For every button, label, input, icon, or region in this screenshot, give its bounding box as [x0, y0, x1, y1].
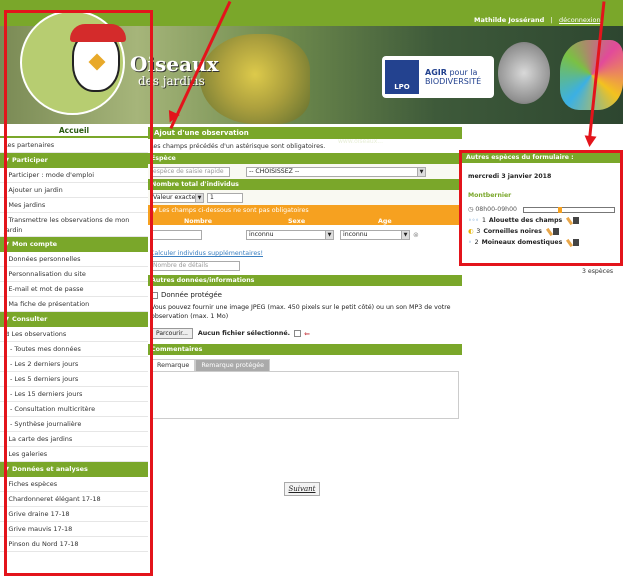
species-quick-input[interactable]: espèce de saisie rapide: [150, 166, 230, 177]
tab-protected-remark[interactable]: Remarque protégée: [195, 359, 271, 371]
user-separator: |: [550, 16, 553, 24]
logout-link[interactable]: déconnexion: [559, 16, 601, 24]
sex-select[interactable]: inconnu ▼: [246, 230, 334, 240]
details-count-row: Nombre de détails: [148, 261, 462, 275]
chevron-down-icon: ▼: [195, 193, 203, 202]
comments-section-header: Commentaires: [148, 344, 462, 355]
user-area: Mathilde Jossérand | déconnexion: [474, 16, 601, 24]
age-select[interactable]: inconnu ▼: [340, 230, 410, 240]
count-mode-select[interactable]: Valeur exacte ▼: [150, 192, 204, 203]
medal-logo: [498, 42, 550, 104]
next-button[interactable]: Suivant: [284, 482, 320, 496]
add-individuals-link[interactable]: Calculer individus supplémentaires!: [150, 250, 263, 257]
remove-row-icon[interactable]: ⊗: [413, 231, 419, 239]
mandatory-note: Les champs précédés d'un astérisque sont…: [150, 143, 326, 150]
details-row: inconnu ▼ inconnu ▼ ⊗: [148, 225, 462, 245]
comment-tabs: Remarque Remarque protégée: [148, 355, 462, 371]
other-section-header: Autres données/informations: [148, 275, 462, 286]
partner-slogan: AGIR pour la BIODIVERSITÉ: [425, 68, 482, 86]
count-section-header: Nombre total d'individus: [148, 179, 462, 190]
add-individuals-row: Calculer individus supplémentaires!: [148, 245, 462, 261]
species-row: espèce de saisie rapide -- CHOISISSEZ --…: [148, 164, 462, 179]
protected-label: Donnée protégée: [161, 291, 222, 299]
count-value-input[interactable]: 1: [207, 192, 243, 203]
form-title: Ajout d'une observation: [148, 127, 462, 139]
panel-highlight-box: [459, 150, 623, 266]
details-count-input[interactable]: Nombre de détails: [150, 261, 240, 271]
tab-remark[interactable]: Remarque: [151, 359, 196, 371]
red-arrowhead-right: [583, 135, 597, 148]
no-file-label: Aucun fichier sélectionné.: [197, 330, 291, 337]
user-name: Mathilde Jossérand: [474, 16, 545, 24]
species-section-header: Espèce: [148, 153, 462, 164]
optional-fields-banner: ▼ Les champs ci-dessous ne sont pas obli…: [148, 205, 462, 216]
upload-row: Parcourir... Aucun fichier sélectionné. …: [148, 323, 462, 344]
protected-row: Donnée protégée: [148, 286, 462, 301]
col-number-header: Nombre: [184, 218, 213, 225]
observation-form: Ajout d'une observation Les champs précé…: [148, 124, 462, 419]
upload-text: Vous pouvez fournir une image JPEG (max.…: [151, 304, 451, 320]
chevron-down-icon: ▼: [417, 167, 425, 176]
arrow-left-icon: ⇐: [304, 329, 310, 338]
upload-checkbox[interactable]: [294, 330, 302, 337]
partner-logo[interactable]: LPO AGIR pour la BIODIVERSITÉ: [382, 56, 494, 98]
details-headers: Nombre Sexe Age: [148, 216, 462, 225]
species-select[interactable]: -- CHOISISSEZ -- ▼: [246, 166, 426, 177]
col-age-header: Age: [378, 218, 392, 225]
comment-textarea[interactable]: [151, 371, 459, 419]
species-count: 3 espèces: [582, 268, 614, 275]
details-number-input[interactable]: [150, 230, 202, 240]
col-sex-header: Sexe: [288, 218, 306, 225]
count-row: Valeur exacte ▼ 1: [148, 190, 462, 205]
browse-button[interactable]: Parcourir...: [151, 328, 193, 339]
chevron-down-icon: ▼: [401, 231, 409, 239]
sidebar-highlight-box: [4, 10, 153, 576]
chevron-down-icon: ▼: [325, 231, 333, 239]
lpo-logo: LPO: [385, 60, 419, 94]
banner-bird-photo: [200, 34, 310, 124]
